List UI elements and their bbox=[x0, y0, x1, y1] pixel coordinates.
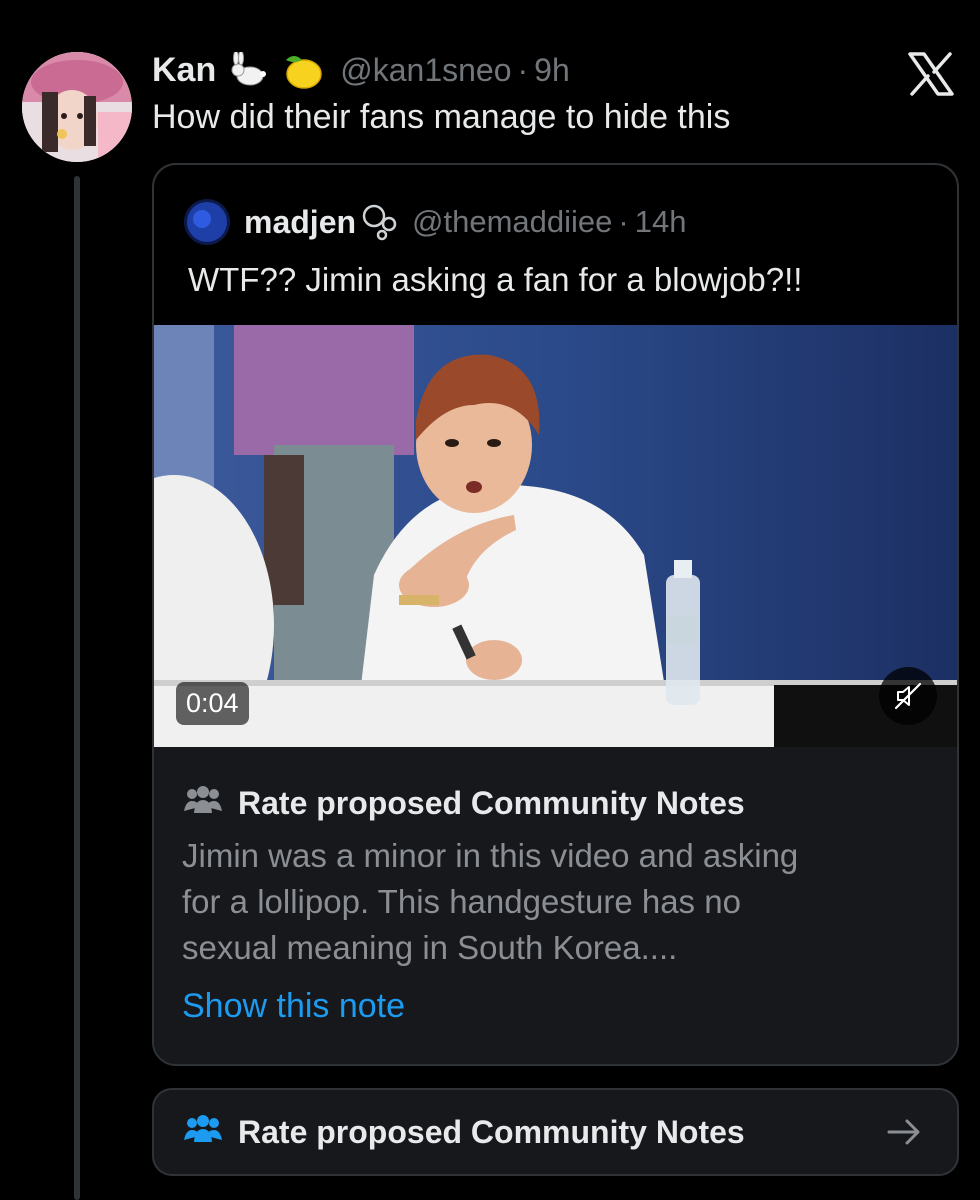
quoted-author-avatar[interactable] bbox=[184, 199, 230, 245]
quoted-tweet-card[interactable]: madjen @themaddiiee · 14h WTF?? Jimin as… bbox=[152, 163, 959, 1066]
quoted-timestamp[interactable]: 14h bbox=[635, 204, 687, 240]
author-name[interactable]: Kan bbox=[152, 51, 216, 90]
quoted-tweet-text: WTF?? Jimin asking a fan for a blowjob?!… bbox=[188, 261, 803, 298]
quoted-separator-dot: · bbox=[618, 204, 629, 239]
quoted-author-handle[interactable]: @themaddiiee bbox=[412, 204, 612, 240]
note-title-row: Rate proposed Community Notes bbox=[182, 785, 745, 822]
people-icon bbox=[182, 1114, 224, 1151]
separator-dot: · bbox=[517, 51, 529, 88]
tweet-screen: Kan @kan1sneo · 9h How did their fans ma… bbox=[0, 0, 980, 1200]
note-body-line: sexual meaning in South Korea.... bbox=[182, 929, 678, 966]
show-note-link[interactable]: Show this note bbox=[182, 987, 405, 1026]
tweet-text: How did their fans manage to hide this bbox=[152, 98, 731, 136]
rabbit-icon bbox=[228, 52, 268, 88]
people-icon bbox=[182, 785, 224, 822]
rate-notes-label: Rate proposed Community Notes bbox=[238, 1113, 745, 1150]
lemon-icon bbox=[280, 50, 324, 90]
tweet-timestamp[interactable]: 9h bbox=[534, 52, 570, 89]
note-body-line: Jimin was a minor in this video and aski… bbox=[182, 837, 799, 874]
thread-line bbox=[74, 176, 80, 1200]
community-note: Rate proposed Community Notes Jimin was … bbox=[154, 747, 957, 1064]
author-avatar[interactable] bbox=[22, 52, 132, 162]
rate-notes-button[interactable]: Rate proposed Community Notes bbox=[152, 1088, 959, 1176]
bubbles-icon bbox=[360, 202, 400, 242]
speaker-muted-icon bbox=[894, 682, 922, 710]
video-player[interactable]: 0:04 bbox=[154, 325, 957, 747]
video-duration: 0:04 bbox=[176, 682, 249, 725]
author-handle[interactable]: @kan1sneo bbox=[340, 52, 511, 89]
note-body: Jimin was a minor in this video and aski… bbox=[182, 833, 922, 971]
arrow-right-icon bbox=[885, 1114, 923, 1150]
note-body-line: for a lollipop. This handgesture has no bbox=[182, 883, 741, 920]
x-logo-icon[interactable] bbox=[906, 52, 956, 96]
tweet-header: Kan @kan1sneo · 9h bbox=[152, 48, 570, 92]
quoted-author-name[interactable]: madjen bbox=[244, 204, 356, 241]
note-title: Rate proposed Community Notes bbox=[238, 785, 745, 821]
mute-button[interactable] bbox=[879, 667, 937, 725]
quoted-tweet-header: madjen @themaddiiee · 14h bbox=[184, 199, 687, 245]
